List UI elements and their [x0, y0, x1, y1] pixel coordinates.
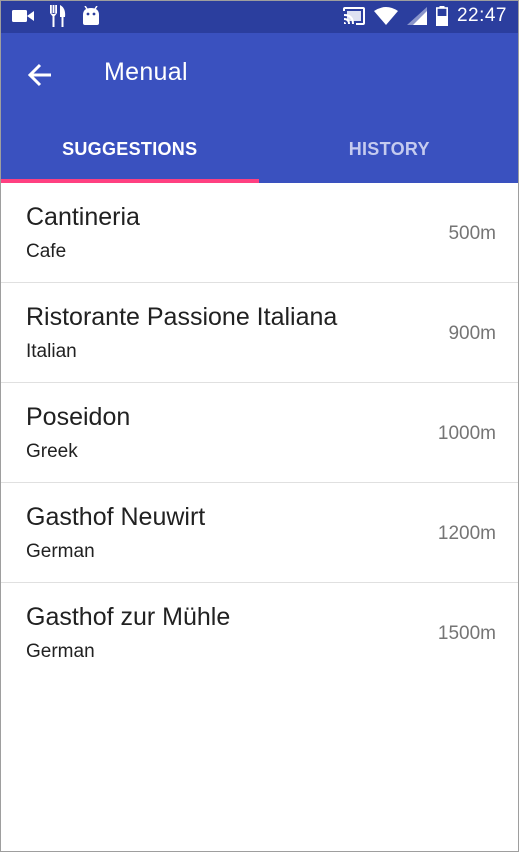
restaurant-distance: 1200m	[437, 523, 496, 544]
wifi-icon	[373, 7, 398, 25]
restaurant-cuisine: German	[26, 641, 95, 662]
restaurant-cuisine: Italian	[26, 341, 77, 362]
list-item[interactable]: Cantineria Cafe 500m	[0, 183, 519, 283]
restaurant-cuisine: Cafe	[26, 241, 67, 262]
status-bar: 22:47	[0, 0, 519, 33]
restaurant-list: Cantineria Cafe 500m Ristorante Passione…	[0, 183, 519, 683]
restaurant-name: Poseidon	[26, 403, 131, 431]
list-item[interactable]: Gasthof zur Mühle German 1500m	[0, 583, 519, 683]
restaurant-distance: 900m	[448, 323, 496, 344]
tab-history[interactable]: HISTORY	[260, 115, 519, 183]
status-time: 22:47	[456, 5, 507, 26]
restaurant-icon	[50, 5, 66, 27]
tab-history-label: HISTORY	[348, 138, 430, 159]
restaurant-cuisine: Greek	[26, 441, 78, 462]
restaurant-cuisine: German	[26, 541, 95, 562]
arrow-back-icon	[27, 62, 53, 88]
status-left-icons	[12, 5, 100, 27]
tab-bar: SUGGESTIONS HISTORY	[0, 115, 519, 183]
tab-suggestions[interactable]: SUGGESTIONS	[0, 115, 260, 183]
restaurant-distance: 500m	[448, 223, 496, 244]
videocam-icon	[12, 9, 34, 23]
restaurant-name: Cantineria	[26, 203, 140, 231]
restaurant-name: Ristorante Passione Italiana	[26, 303, 338, 331]
status-right-icons: 22:47	[342, 4, 507, 28]
battery-icon	[435, 6, 448, 27]
android-icon	[82, 5, 100, 26]
signal-icon	[406, 7, 427, 25]
back-button[interactable]	[22, 57, 58, 93]
restaurant-name: Gasthof Neuwirt	[26, 503, 206, 531]
restaurant-name: Gasthof zur Mühle	[26, 603, 231, 631]
cast-icon	[342, 7, 365, 25]
list-item[interactable]: Gasthof Neuwirt German 1200m	[0, 483, 519, 583]
restaurant-distance: 1500m	[437, 623, 496, 644]
tab-suggestions-label: SUGGESTIONS	[62, 138, 198, 159]
restaurant-distance: 1000m	[437, 423, 496, 444]
app-bar: Menual	[0, 33, 519, 115]
list-item[interactable]: Poseidon Greek 1000m	[0, 383, 519, 483]
app-title: Menual	[104, 58, 188, 86]
list-item[interactable]: Ristorante Passione Italiana Italian 900…	[0, 283, 519, 383]
